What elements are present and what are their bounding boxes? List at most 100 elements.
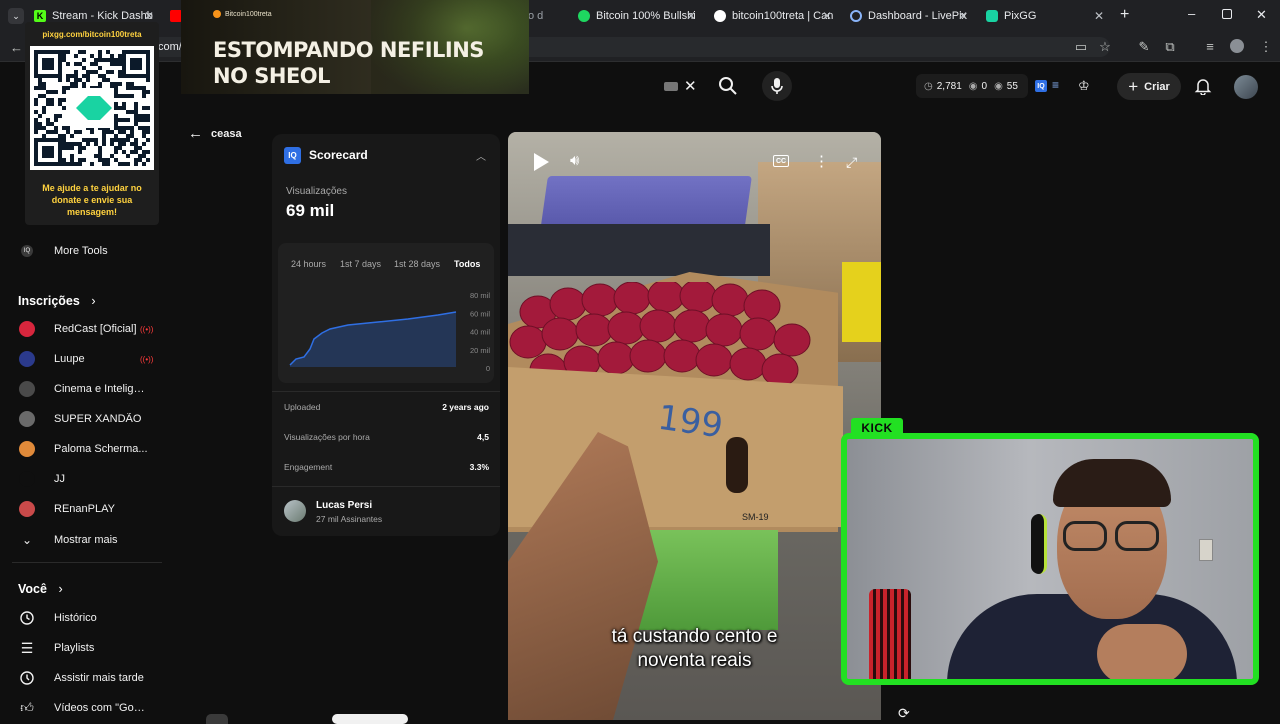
close-icon[interactable]: ✕	[822, 9, 832, 23]
sidebar-item-subscription[interactable]: SUPER XANDÃO	[0, 404, 170, 434]
author-avatar[interactable]	[284, 500, 306, 522]
you-heading[interactable]: Você ›	[18, 582, 63, 596]
views-value: 69 mil	[286, 201, 335, 220]
browser-tab-canva[interactable]: bitcoin100treta | Can ✕	[714, 4, 838, 28]
sidebar-item-label: Cinema e Inteligên...	[54, 383, 150, 395]
window-close-icon[interactable]: ✕	[1256, 7, 1267, 23]
new-tab-icon[interactable]: +	[1120, 6, 1129, 24]
close-icon[interactable]: ✕	[144, 9, 154, 23]
volume-icon[interactable]: 🔊︎	[570, 152, 579, 169]
stat-label: Visualizações por hora	[284, 432, 370, 442]
subtitle-line2: noventa reais	[637, 650, 752, 671]
kick-favicon-icon: K	[34, 10, 46, 22]
menu-dots-icon[interactable]: ⋮	[1258, 39, 1274, 55]
author-name[interactable]: Lucas Persi	[316, 500, 372, 511]
divider	[12, 562, 162, 563]
profile-icon[interactable]	[1229, 39, 1245, 56]
channel-avatar	[18, 470, 36, 488]
browser-tab-pixgg[interactable]: PixGG ✕	[986, 4, 1110, 28]
badge-text: IQ	[288, 150, 297, 160]
likes-count: 0	[981, 80, 988, 92]
scorecard-header[interactable]: IQ Scorecard ︿	[284, 146, 490, 164]
plus-icon: +	[1128, 76, 1139, 96]
bottom-circle	[206, 714, 228, 724]
show-more-button[interactable]: ⌄ Mostrar mais	[0, 525, 170, 555]
sidebar-item-subscription[interactable]: Paloma Scherma...	[0, 434, 170, 464]
tab-search-button[interactable]: ⌄	[8, 8, 24, 24]
chart-card: 24 hours 1st 7 days 1st 28 days Todos 80 mi…	[278, 243, 494, 383]
sidebar-item-subscription[interactable]: REnanPLAY	[0, 494, 170, 524]
sidebar-item-playlists[interactable]: ☰ Playlists	[0, 633, 170, 663]
stat-value: 2 years ago	[442, 402, 489, 412]
close-icon[interactable]: ✕	[686, 9, 696, 23]
trophy-icon[interactable]: ♔	[1078, 78, 1090, 94]
sidebar-item-subscription[interactable]: RedCast [Oficial] ((•))	[0, 314, 170, 344]
sidebar-item-subscription[interactable]: Luupe ((•))	[0, 344, 170, 374]
browser-tab-livepix[interactable]: Dashboard - LivePix ✕	[850, 4, 974, 28]
browser-tab-partial[interactable]: o d	[528, 4, 568, 28]
fullscreen-icon[interactable]: ⤢	[846, 154, 857, 171]
microphone-icon[interactable]	[762, 71, 792, 101]
back-button[interactable]: ← ceasa	[188, 125, 242, 142]
sidebar-item-history[interactable]: Histórico	[0, 603, 170, 633]
create-button[interactable]: + Criar	[1117, 73, 1181, 100]
chevron-up-icon[interactable]: ︿	[476, 148, 486, 163]
sidebar-item-subscription[interactable]: JJ	[0, 464, 170, 494]
clear-search-icon[interactable]: ✕	[684, 77, 697, 95]
sidebar-item-label: Luupe	[54, 353, 85, 365]
avatar[interactable]	[1234, 75, 1258, 99]
streamer-image	[947, 459, 1237, 679]
browser-tab-spotify[interactable]: Bitcoin 100% Bullshi ✕	[578, 4, 702, 28]
vidiq-iq-icon[interactable]: IQ	[1035, 80, 1047, 92]
next-video-icon[interactable]: ⟳	[898, 705, 910, 722]
back-arrow-icon[interactable]: ←	[10, 40, 23, 55]
headline-line1: ESTOMPANDO NEFILINS	[213, 38, 484, 62]
tab-title: Dashboard - LivePix	[868, 10, 968, 22]
subscriptions-heading[interactable]: Inscrições ›	[18, 294, 96, 308]
sidebar-item-subscription[interactable]: Cinema e Inteligên...	[0, 374, 170, 404]
chart-area	[290, 312, 456, 367]
canva-favicon-icon	[714, 10, 726, 22]
sidebar-item-watch-later[interactable]: Assistir mais tarde	[0, 663, 170, 693]
keyboard-icon[interactable]	[664, 82, 678, 91]
minimize-icon[interactable]: –	[1188, 6, 1195, 21]
vidiq-icon: IQ	[18, 242, 36, 260]
stream-title-overlay: Bitcoin100treta ESTOMPANDO NEFILINS NO S…	[181, 0, 529, 94]
vidiq-stats-bar: ◷ 2,781 ◉ 0 ◉ 55	[916, 74, 1028, 98]
history-icon	[18, 609, 36, 627]
stat-value: 4,5	[477, 432, 489, 442]
sidebar-item-liked-videos[interactable]: 👍︎ Vídeos com "Gostei"	[0, 693, 170, 723]
captions-button[interactable]: CC	[773, 155, 789, 167]
extension-icon[interactable]: ✎	[1136, 39, 1152, 55]
glasses	[1063, 521, 1161, 551]
cast-icon[interactable]: ▭	[1073, 39, 1089, 55]
y-tick-label: 40 mil	[470, 328, 490, 337]
close-icon[interactable]: ✕	[958, 9, 968, 23]
notifications-bell-icon[interactable]	[1194, 77, 1212, 100]
more-options-icon[interactable]: ⋮	[814, 152, 829, 170]
sidebar-item-label: RedCast [Oficial]	[54, 323, 137, 335]
qr-code-image	[30, 46, 154, 170]
eye-icon: ◉	[994, 80, 1003, 92]
close-icon[interactable]: ✕	[1094, 9, 1104, 23]
search-icon[interactable]	[716, 74, 740, 98]
search-bar[interactable]: ✕	[530, 72, 710, 102]
shorts-video-player[interactable]: 199 SM-19 🔊︎ CC ⋮ ⤢ tá custando cento e …	[508, 132, 881, 720]
chevron-down-icon: ⌄	[21, 533, 33, 547]
sidebar-item-label: REnanPLAY	[54, 503, 115, 515]
puzzle-icon[interactable]: ⧉	[1162, 39, 1178, 55]
yellow-crates-image	[842, 262, 881, 342]
star-icon[interactable]: ☆	[1097, 39, 1113, 55]
list-icon[interactable]: ≡	[1052, 78, 1059, 92]
pixgg-favicon-icon	[986, 10, 998, 22]
vidiq-iq-icon: IQ	[284, 146, 301, 164]
live-icon: ((•))	[140, 355, 154, 364]
play-icon[interactable]	[532, 152, 550, 172]
hair	[1053, 459, 1171, 507]
hand	[1097, 624, 1187, 679]
maximize-icon[interactable]	[1222, 9, 1232, 19]
stat-value: 3.3%	[469, 462, 489, 472]
media-icon[interactable]: ≡	[1202, 39, 1218, 54]
dark-box-image	[508, 224, 770, 276]
sidebar-item-more-tools[interactable]: IQ More Tools	[0, 236, 170, 266]
